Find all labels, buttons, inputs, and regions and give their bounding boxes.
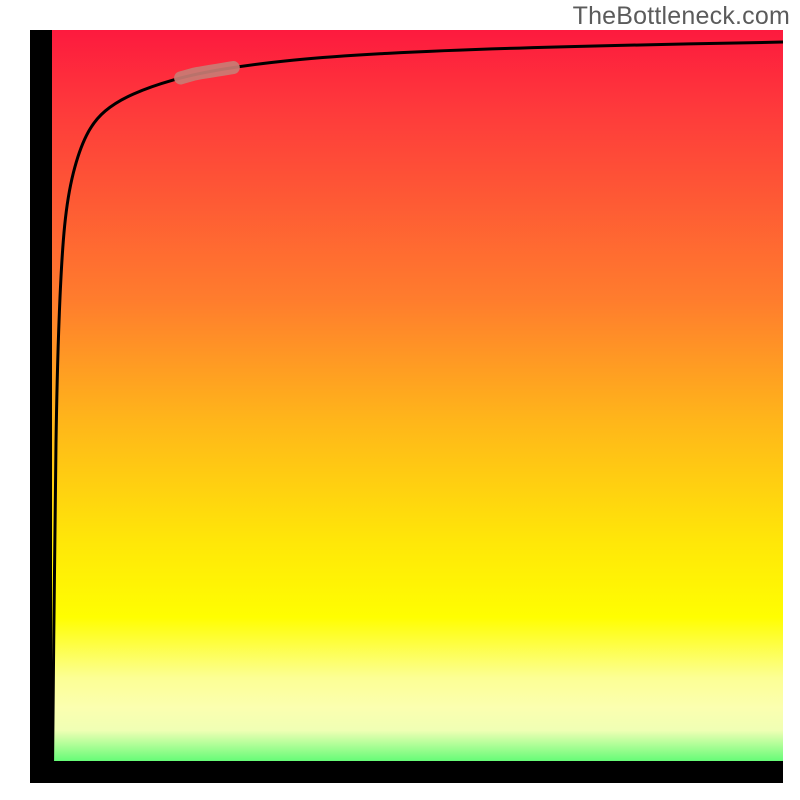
gradient-background bbox=[30, 30, 783, 783]
watermark-text: TheBottleneck.com bbox=[573, 2, 790, 31]
plot-frame bbox=[30, 30, 783, 783]
x-axis bbox=[30, 761, 783, 783]
chart-canvas: TheBottleneck.com bbox=[0, 0, 800, 800]
y-axis bbox=[30, 30, 52, 783]
